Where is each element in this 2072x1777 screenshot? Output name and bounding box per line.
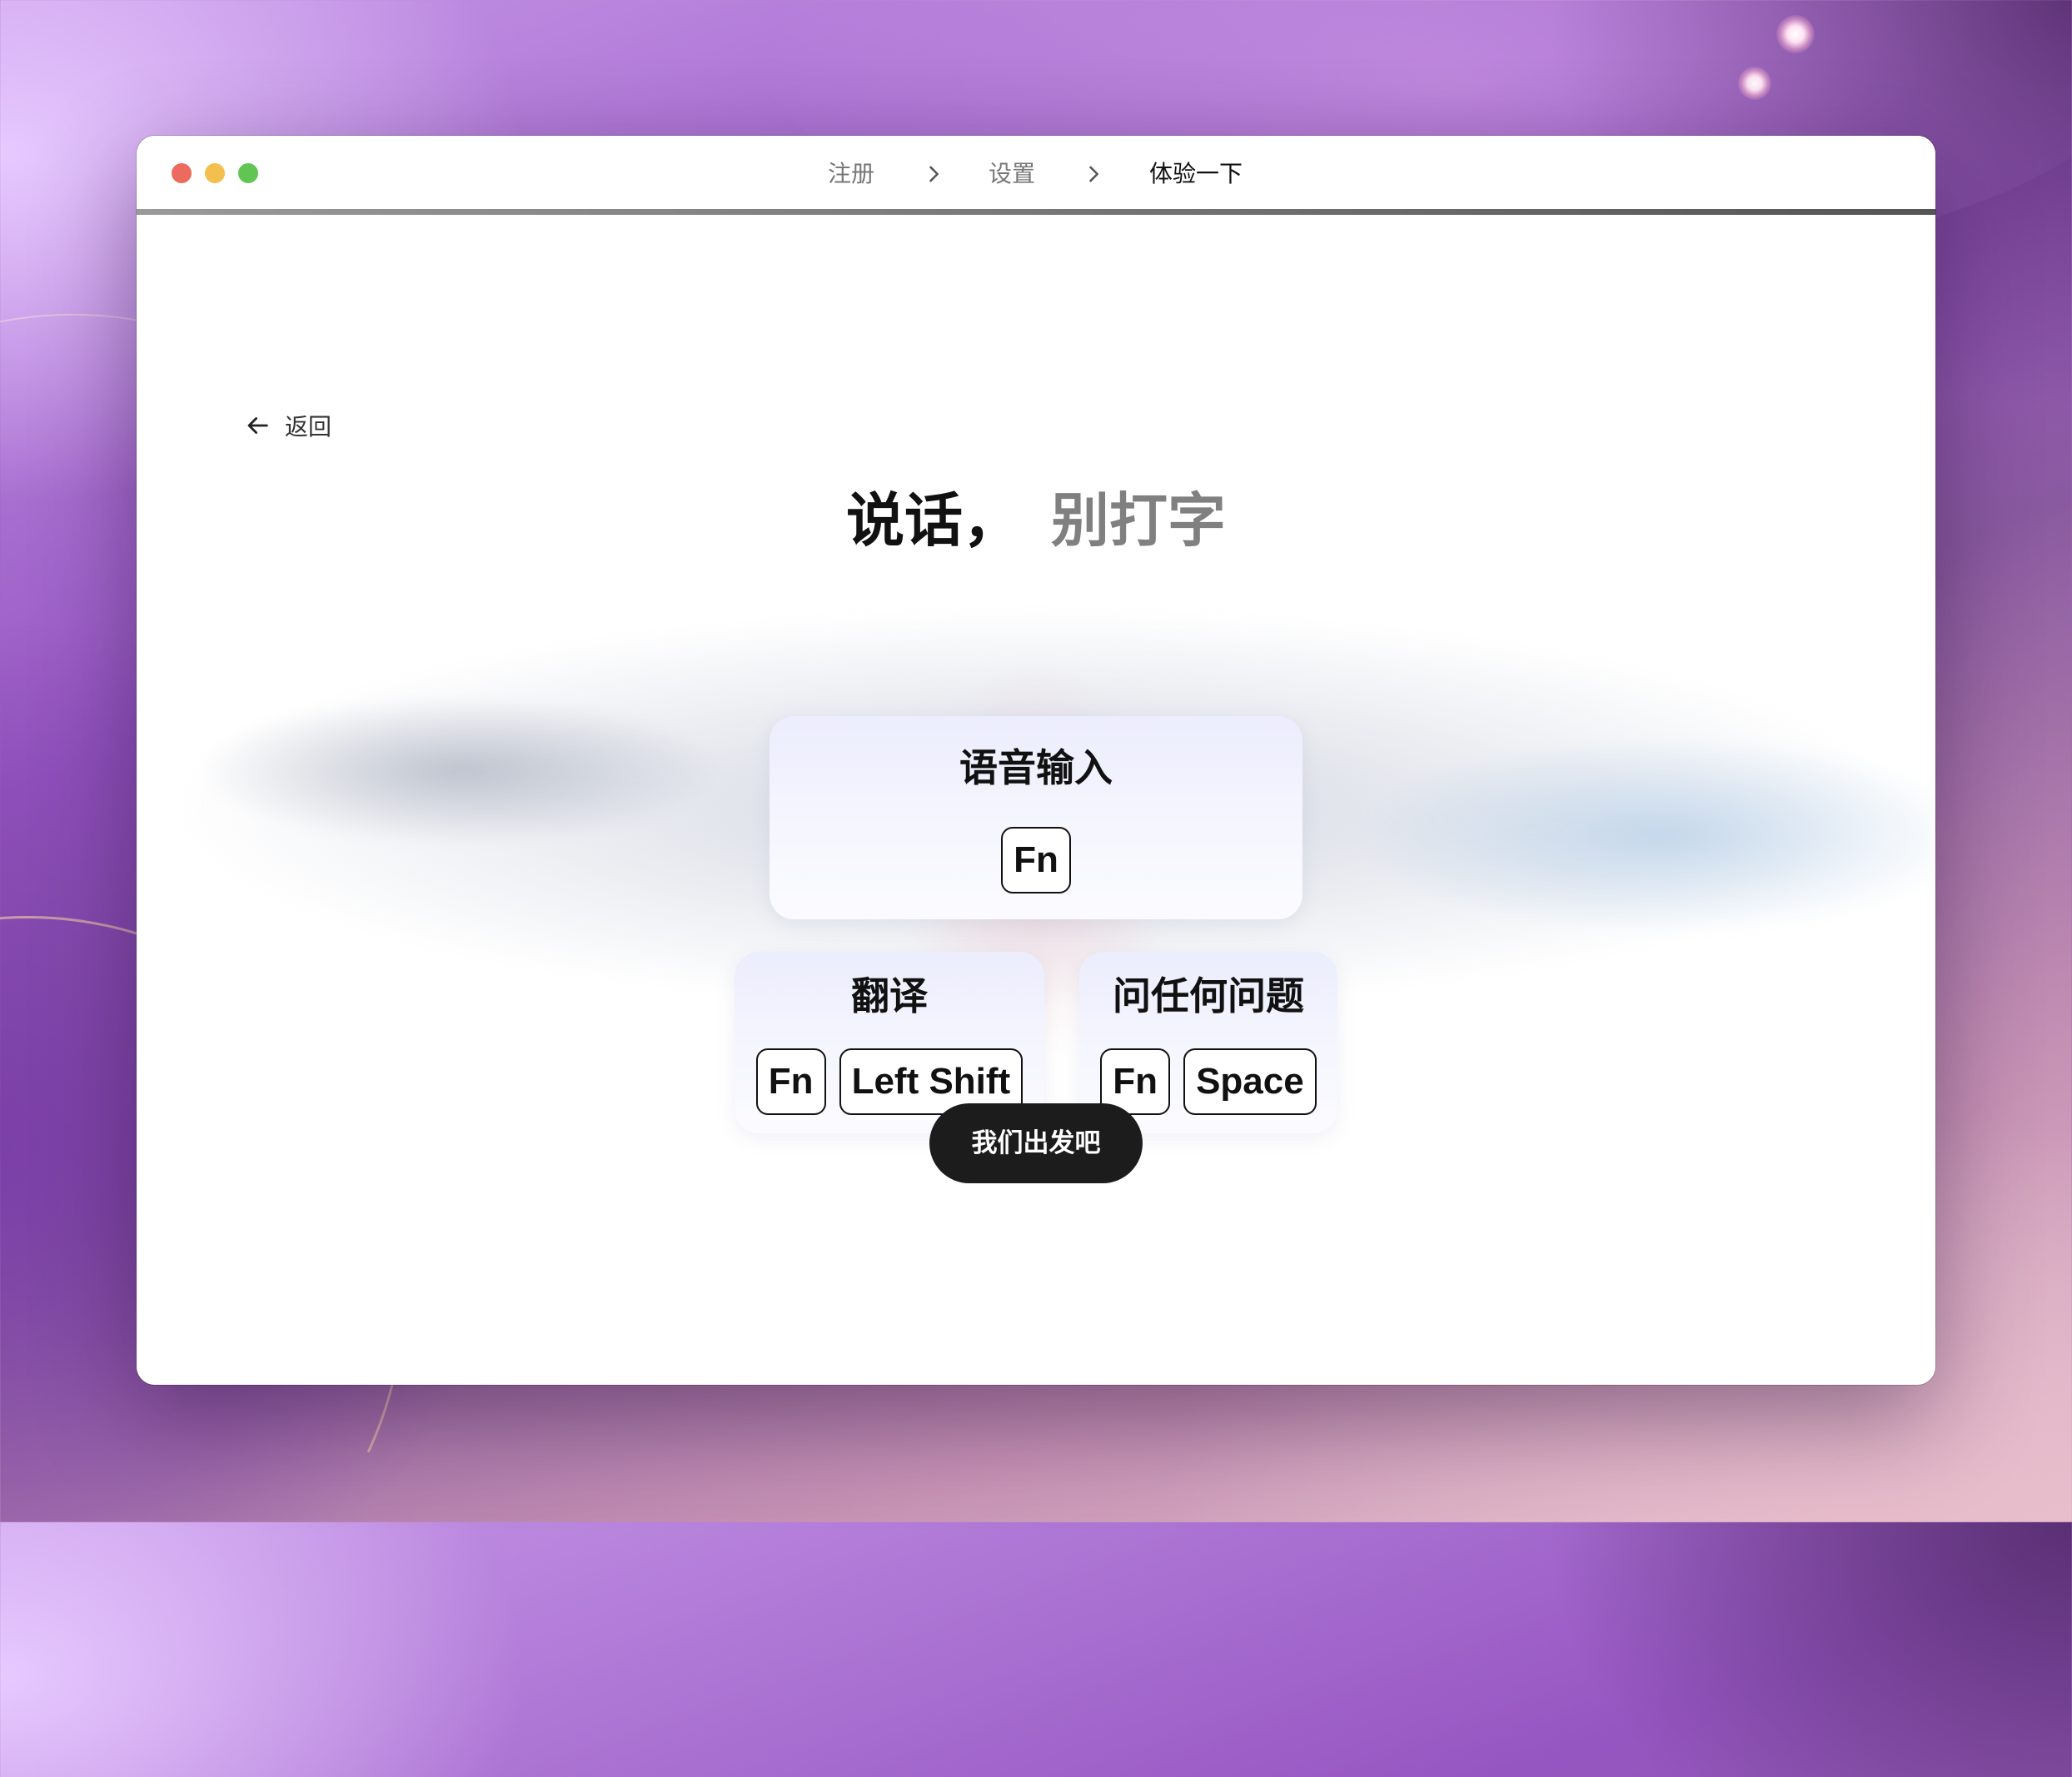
step-register[interactable]: 注册 — [828, 157, 874, 191]
back-label: 返回 — [285, 413, 332, 441]
onboarding-progress-bar — [137, 209, 1935, 215]
shortcut-title: 语音输入 — [959, 745, 1113, 790]
step-try-it[interactable]: 体验一下 — [1149, 157, 1243, 191]
key-cap: Space — [1183, 1048, 1317, 1115]
shortcut-card-voice-input: 语音输入 Fn — [770, 716, 1302, 919]
progress-bar-fill — [137, 209, 1935, 215]
headline-strong: 说话， — [846, 486, 1021, 555]
shortcut-title: 问任何问题 — [1113, 973, 1304, 1018]
shortcut-keys: Fn Space — [1079, 1048, 1337, 1115]
get-started-button[interactable]: 我们出发吧 — [929, 1103, 1143, 1183]
app-window: 注册 设置 体验一下 返回 说话， 别打字 语音输入 Fn 翻译 Fn Left… — [137, 136, 1935, 1385]
wallpaper-sparkle — [1738, 67, 1771, 100]
chevron-right-icon — [929, 166, 939, 182]
key-cap: Fn — [755, 1048, 826, 1115]
wallpaper-sparkle — [1776, 15, 1815, 53]
shortcut-keys: Fn — [770, 827, 1302, 893]
onboarding-steps: 注册 设置 体验一下 — [137, 136, 1935, 209]
main-content: 返回 说话， 别打字 语音输入 Fn 翻译 Fn Left Shift 问任何问题… — [137, 215, 1935, 1385]
back-button[interactable]: 返回 — [243, 409, 331, 442]
page-headline: 说话， 别打字 — [137, 483, 1935, 558]
step-settings[interactable]: 设置 — [989, 157, 1035, 191]
headline-muted: 别打字 — [1051, 486, 1226, 555]
key-cap: Fn — [1001, 827, 1071, 893]
arrow-left-icon — [247, 417, 268, 434]
chevron-right-icon — [1089, 166, 1098, 182]
title-bar: 注册 设置 体验一下 — [137, 136, 1935, 209]
shortcut-title: 翻译 — [851, 973, 928, 1018]
